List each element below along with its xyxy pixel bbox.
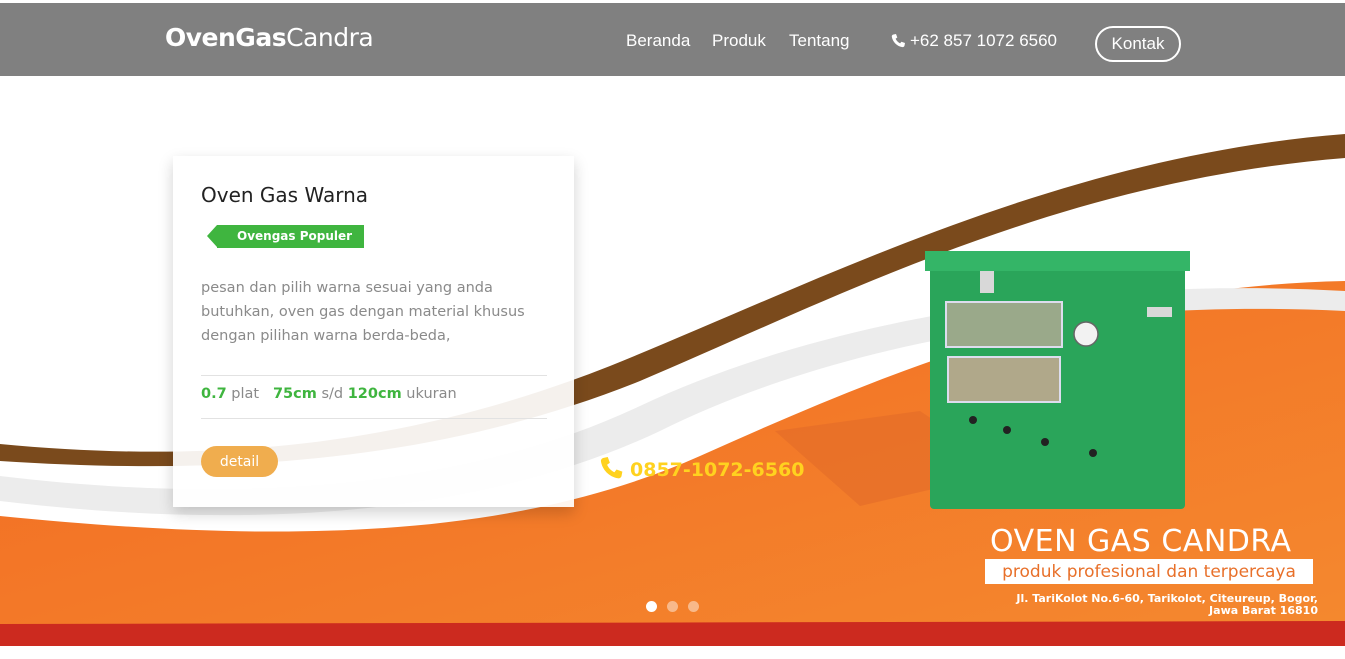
detail-button[interactable]: detail — [201, 446, 278, 477]
popular-tag: Ovengas Populer — [206, 225, 365, 248]
brand-logo[interactable]: OvenGasCandra — [165, 23, 374, 52]
phone-icon — [600, 457, 623, 479]
size-min: 75cm — [272, 386, 317, 402]
plate-value: 0.7 — [201, 386, 227, 402]
address-line-2: Jawa Barat 16810 — [1209, 604, 1318, 617]
nav-link-tentang[interactable]: Tentang — [789, 31, 850, 51]
divider-bottom — [201, 418, 547, 419]
product-title: Oven Gas Warna — [201, 183, 369, 207]
plate-label: plat — [231, 386, 260, 402]
carousel-dot-1[interactable] — [646, 601, 657, 612]
banner-address: Jl. TariKolot No.6-60, Tarikolot, Citeur… — [960, 593, 1318, 617]
nav-phone[interactable]: +62 857 1072 6560 — [890, 31, 1057, 51]
product-description: pesan dan pilih warna sesuai yang anda b… — [201, 280, 525, 344]
carousel-dot-2[interactable] — [667, 601, 678, 612]
carousel-dot-3[interactable] — [688, 601, 699, 612]
contact-button[interactable]: Kontak — [1095, 26, 1181, 62]
divider-top — [201, 375, 547, 376]
carousel-indicators — [646, 601, 699, 612]
brand-light: Candra — [286, 23, 374, 52]
brand-bold: OvenGas — [165, 23, 287, 52]
product-card: Oven Gas Warna Ovengas Populer pesan dan… — [173, 156, 574, 507]
phone-icon — [891, 34, 905, 48]
size-label: ukuran — [406, 386, 457, 402]
size-max: 120cm — [347, 386, 402, 402]
nav-phone-number: +62 857 1072 6560 — [910, 31, 1058, 50]
banner-phone: 0857-1072-6560 — [598, 455, 804, 485]
banner-slogan: produk profesional dan terpercaya — [985, 559, 1313, 584]
navbar: OvenGasCandra Beranda Produk Tentang +62… — [0, 3, 1345, 76]
hero-carousel: Oven Gas Warna Ovengas Populer pesan dan… — [0, 76, 1345, 646]
nav-link-produk[interactable]: Produk — [712, 31, 766, 51]
nav-link-beranda[interactable]: Beranda — [626, 31, 690, 51]
banner-brand: OVEN GAS CANDRA — [990, 524, 1292, 559]
banner-phone-number: 0857-1072-6560 — [630, 459, 805, 481]
product-specs: 0.7 plat 75cm s/d 120cm ukuran — [201, 386, 457, 402]
size-separator: s/d — [321, 386, 344, 402]
